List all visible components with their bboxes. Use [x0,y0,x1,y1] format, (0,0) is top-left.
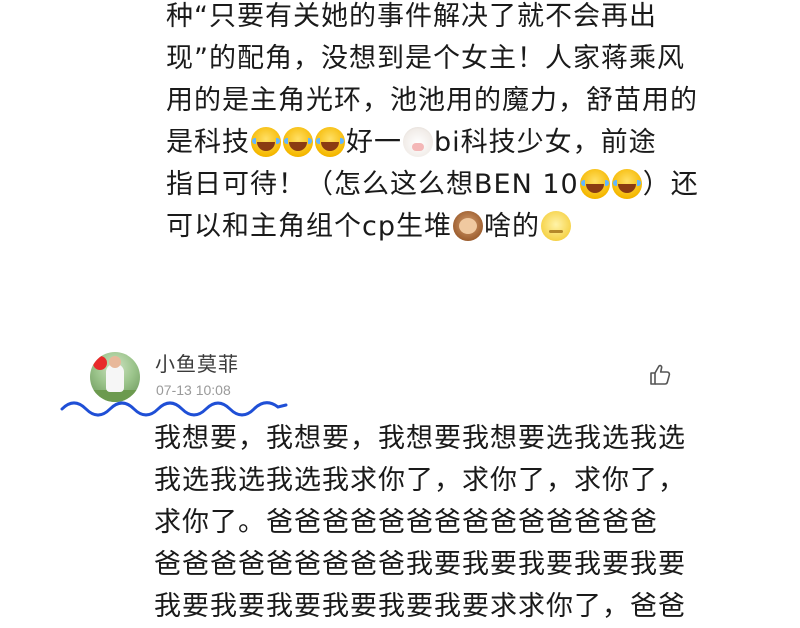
laugh-cry-emoji-icon [315,127,345,157]
monkey-emoji-icon [452,211,483,241]
comment-body-line: 我要我要我要我要我要我要求求你了，爸爸 [154,591,686,622]
text-fragment: 啥的 [483,211,540,242]
handwritten-underline-annotation [60,401,288,417]
avatar-flower [93,356,107,370]
moon-face-emoji-icon [540,211,571,241]
laugh-cry-emoji-icon [283,127,313,157]
laugh-cry-emoji-icon [579,169,610,199]
comment-body-line: 我想要，我想要，我想要我想要选我选我选 [154,423,686,454]
comment-body-line: 求你了。爸爸爸爸爸爸爸爸爸爸爸爸爸爸 [154,507,658,538]
previous-comment-line: 种“只要有关她的事件解决了就不会再出 [166,1,657,32]
comment-user-name[interactable]: 小鱼莫菲 [155,348,239,377]
thumbs-up-icon[interactable] [648,362,674,388]
avatar-figure-head [109,356,121,368]
comment-timestamp: 07-13 10:08 [156,382,231,398]
cow-emoji-icon [403,127,433,157]
previous-comment-line: 现”的配角，没想到是个女主！人家蒋乘风 [166,43,685,74]
comment-body-text: 我想要，我想要，我想要我想要选我选我选 我选我选我选我求你了，求你了，求你了， … [154,418,714,628]
text-fragment: 可以和主角组个cp生堆 [166,211,452,242]
previous-comment-text: 种“只要有关她的事件解决了就不会再出 现”的配角，没想到是个女主！人家蒋乘风 用… [166,0,726,248]
previous-comment-line: 可以和主角组个cp生堆 啥的 [166,206,726,248]
text-fragment: ）还 [642,169,699,200]
text-fragment: 指日可待！（怎么这么想BEN 10 [166,169,579,200]
comment-body-line: 爸爸爸爸爸爸爸爸爸我要我要我要我要我要 [154,549,686,580]
previous-comment-line: 用的是主角光环，池池用的魔力，舒苗用的 [166,85,698,116]
avatar-figure [106,364,124,392]
laugh-cry-emoji-icon [251,127,281,157]
text-fragment: bi科技少女，前途 [434,127,657,158]
previous-comment-line: 指日可待！（怎么这么想BEN 10 ）还 [166,164,726,206]
text-fragment: 好一 [346,127,402,158]
previous-comment-line: 是科技 好一 bi科技少女，前途 [166,122,726,164]
text-fragment: 是科技 [166,127,250,158]
comment-body-line: 我选我选我选我求你了，求你了，求你了， [154,465,686,496]
avatar[interactable] [90,352,140,402]
laugh-cry-emoji-icon [611,169,642,199]
